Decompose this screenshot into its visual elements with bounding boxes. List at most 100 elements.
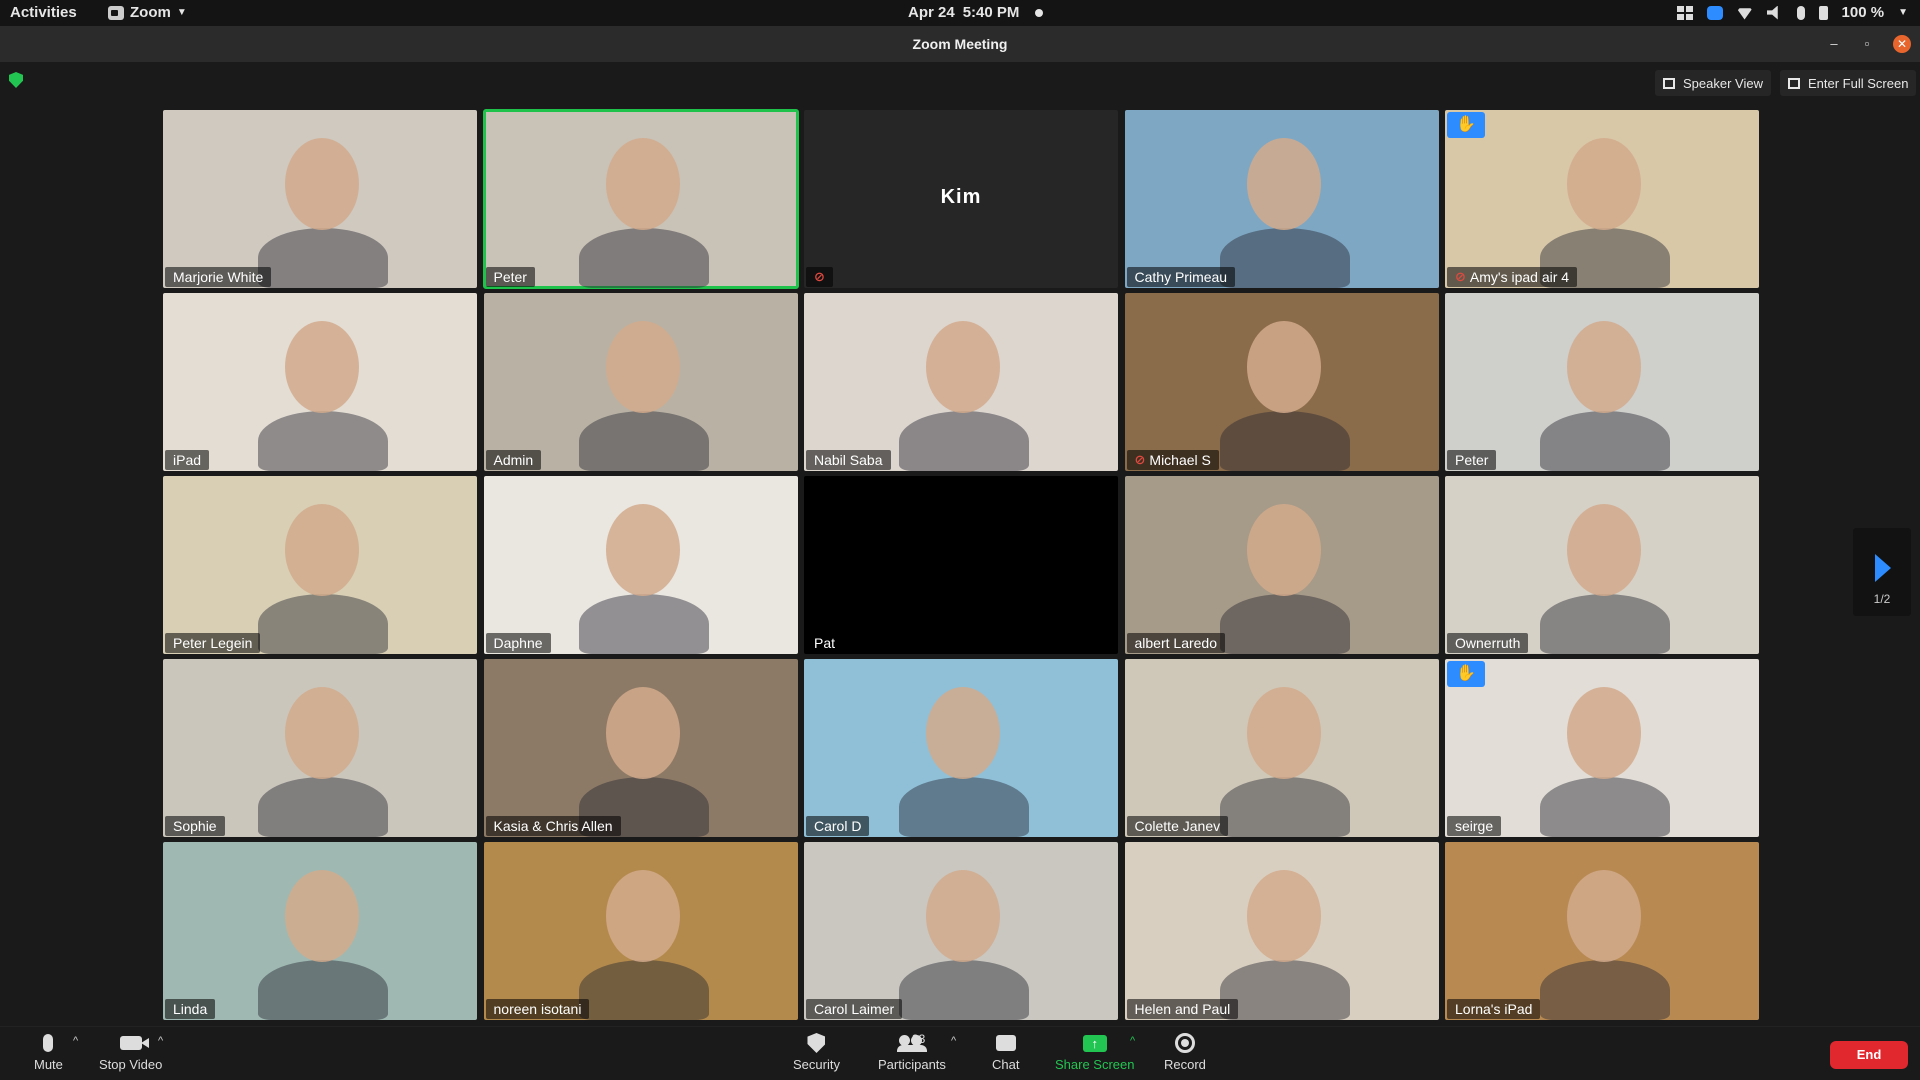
participant-tile[interactable]: Peter [1445, 293, 1759, 471]
video-options-chevron-icon[interactable]: ^ [158, 1035, 163, 1047]
participant-tile[interactable]: Admin [483, 293, 798, 471]
participant-tile[interactable]: iPad [163, 293, 477, 471]
participant-face [1246, 687, 1321, 779]
participant-tile[interactable]: Kim ⊘ [804, 110, 1118, 288]
full-screen-icon [1788, 77, 1800, 89]
participant-tile[interactable]: Nabil Saba [804, 293, 1118, 471]
security-button[interactable]: Security [793, 1032, 840, 1072]
chevron-down-icon: ▼ [176, 7, 187, 18]
participant-tile[interactable]: ✋ ⊘ Amy's ipad air 4 [1445, 110, 1759, 288]
close-button[interactable]: ✕ [1893, 35, 1911, 53]
speaker-view-button[interactable]: Speaker View [1655, 70, 1771, 96]
participant-name: Daphne [493, 635, 543, 651]
share-options-chevron-icon[interactable]: ^ [1130, 1035, 1135, 1047]
encryption-shield-icon[interactable] [9, 72, 23, 88]
battery-level: 100 % [1841, 4, 1885, 21]
participant-video [578, 411, 709, 471]
participant-tile[interactable]: Cathy Primeau [1124, 110, 1439, 288]
participant-name: Cathy Primeau [1134, 269, 1228, 285]
participant-name-label: Colette Janev [1126, 816, 1229, 836]
participant-tile[interactable]: ✋ seirge [1445, 659, 1759, 837]
participant-video [578, 594, 709, 654]
minimize-button[interactable]: – [1826, 36, 1842, 52]
window-titlebar: Zoom Meeting – ▫ ✕ [0, 26, 1920, 62]
participant-name: Lorna's iPad [1455, 1001, 1533, 1017]
wifi-icon[interactable] [1736, 8, 1753, 20]
participant-name: noreen isotani [493, 1001, 582, 1017]
participant-name: seirge [1455, 818, 1494, 834]
participant-tile[interactable]: Sophie [163, 659, 477, 837]
participant-name: Michael S [1149, 452, 1211, 468]
maximize-button[interactable]: ▫ [1859, 36, 1875, 52]
participant-center-name: Kim [940, 186, 982, 208]
participant-name-label: Peter [485, 267, 535, 287]
participant-face [1567, 138, 1641, 230]
full-screen-button[interactable]: Enter Full Screen [1780, 70, 1917, 96]
participant-name-label: ⊘ Amy's ipad air 4 [1447, 267, 1578, 287]
chevron-down-icon[interactable]: ▼ [1898, 7, 1908, 18]
participant-tile[interactable]: Pat [804, 476, 1118, 654]
participant-face [605, 870, 680, 962]
app-menu-label: Zoom [130, 4, 171, 21]
chat-icon [995, 1035, 1016, 1051]
participant-face [1246, 138, 1321, 230]
participant-name-label: Helen and Paul [1126, 999, 1239, 1019]
participant-tile[interactable]: Carol Laimer [804, 842, 1118, 1020]
raised-hand-icon: ✋ [1447, 661, 1485, 687]
share-screen-button[interactable]: ↑ Share Screen [1055, 1032, 1135, 1072]
participants-count: 33 [911, 1032, 926, 1046]
participant-name: Kasia & Chris Allen [493, 818, 613, 834]
zoom-app-icon [108, 5, 124, 20]
next-page-button[interactable]: 1/2 [1853, 528, 1911, 616]
participant-video [1219, 960, 1350, 1020]
participant-video [1540, 960, 1670, 1020]
system-tray[interactable]: 100 % ▼ [1676, 4, 1908, 21]
participant-video [1540, 594, 1670, 654]
battery-icon[interactable] [1818, 5, 1828, 20]
participant-tile[interactable]: Helen and Paul [1124, 842, 1439, 1020]
app-menu[interactable]: Zoom ▼ [108, 4, 187, 21]
zoom-tray-icon[interactable] [1706, 5, 1723, 20]
participants-button[interactable]: 33 Participants [878, 1032, 946, 1072]
participant-tile[interactable]: noreen isotani [483, 842, 798, 1020]
record-button[interactable]: Record [1164, 1032, 1206, 1072]
participant-tile[interactable]: Lorna's iPad [1445, 842, 1759, 1020]
participant-tile[interactable]: Linda [163, 842, 477, 1020]
mute-button[interactable]: Mute [34, 1032, 63, 1072]
arrow-right-icon [1875, 554, 1891, 582]
participant-tile[interactable]: Peter Legein [163, 476, 477, 654]
participant-video [578, 960, 709, 1020]
participant-tile[interactable]: Daphne [483, 476, 798, 654]
participant-tile[interactable]: albert Laredo [1124, 476, 1439, 654]
chat-button[interactable]: Chat [992, 1032, 1019, 1072]
microphone-icon[interactable] [1796, 5, 1805, 20]
clock[interactable]: Apr 24 5:40 PM [908, 4, 1044, 21]
volume-icon[interactable] [1766, 5, 1778, 20]
audio-options-chevron-icon[interactable]: ^ [73, 1035, 78, 1047]
participant-name: albert Laredo [1134, 635, 1218, 651]
activities-button[interactable]: Activities [10, 4, 77, 21]
participant-tile[interactable]: Colette Janev [1124, 659, 1439, 837]
participant-name-label: Ownerruth [1447, 633, 1529, 653]
participant-face [285, 138, 359, 230]
participant-name-label: Peter [1447, 450, 1497, 470]
participant-tile[interactable]: Kasia & Chris Allen [483, 659, 798, 837]
participant-tile[interactable]: Ownerruth [1445, 476, 1759, 654]
muted-microphone-icon: ⊘ [1455, 269, 1466, 284]
participant-tile[interactable]: ⊘ Michael S [1124, 293, 1439, 471]
full-screen-label: Enter Full Screen [1808, 75, 1909, 91]
participant-video [1219, 594, 1350, 654]
end-meeting-button[interactable]: End [1830, 1041, 1908, 1069]
participant-name: Peter Legein [173, 635, 253, 651]
participant-tile[interactable]: Peter [482, 109, 799, 289]
stop-video-button[interactable]: Stop Video [99, 1032, 162, 1072]
participant-name-label: Marjorie White [165, 267, 272, 287]
participants-label: Participants [878, 1057, 946, 1072]
participant-tile[interactable]: Marjorie White [163, 110, 477, 288]
participant-tile[interactable]: Carol D [804, 659, 1118, 837]
participants-options-chevron-icon[interactable]: ^ [951, 1035, 956, 1047]
workspace-icon[interactable] [1676, 5, 1693, 20]
security-shield-icon [807, 1033, 826, 1053]
participant-face [1246, 321, 1321, 413]
participant-face [285, 504, 359, 596]
